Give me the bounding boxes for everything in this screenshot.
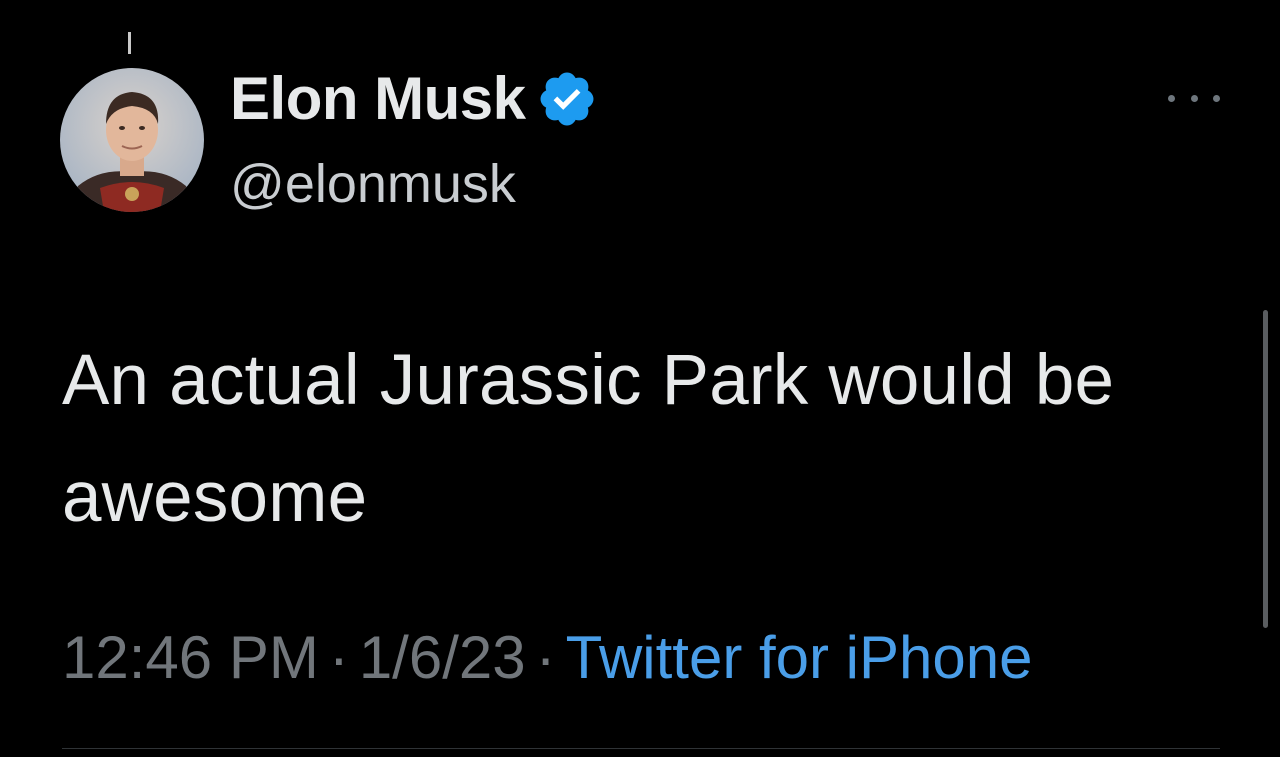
- more-dot: [1190, 94, 1198, 102]
- avatar[interactable]: [60, 68, 204, 212]
- divider: [62, 748, 1220, 749]
- author-handle[interactable]: @elonmusk: [230, 152, 598, 216]
- tweet-text: An actual Jurassic Park would be awesome: [62, 341, 1115, 537]
- more-dot: [1213, 94, 1220, 102]
- verified-badge-icon[interactable]: [536, 68, 598, 130]
- more-dot: [1168, 94, 1175, 102]
- tweet-time[interactable]: 12:46 PM: [62, 624, 319, 691]
- tweet-source-link[interactable]: Twitter for iPhone: [566, 624, 1033, 691]
- tweet-date[interactable]: 1/6/23: [359, 624, 526, 691]
- thread-connector-line: [128, 32, 131, 54]
- meta-separator: ·: [328, 624, 349, 691]
- author-display-name[interactable]: Elon Musk: [230, 66, 526, 132]
- tweet-detail: Elon Musk @elonmusk An actual Jurassic P…: [0, 0, 1280, 757]
- tweet-header: Elon Musk @elonmusk: [230, 66, 598, 216]
- tweet-meta: 12:46 PM · 1/6/23 · Twitter for iPhone: [62, 620, 1033, 696]
- avatar-image: [60, 68, 204, 212]
- more-options-icon[interactable]: [1168, 86, 1220, 110]
- meta-separator: ·: [535, 624, 556, 691]
- scrollbar[interactable]: [1263, 310, 1268, 628]
- name-row: Elon Musk: [230, 66, 598, 132]
